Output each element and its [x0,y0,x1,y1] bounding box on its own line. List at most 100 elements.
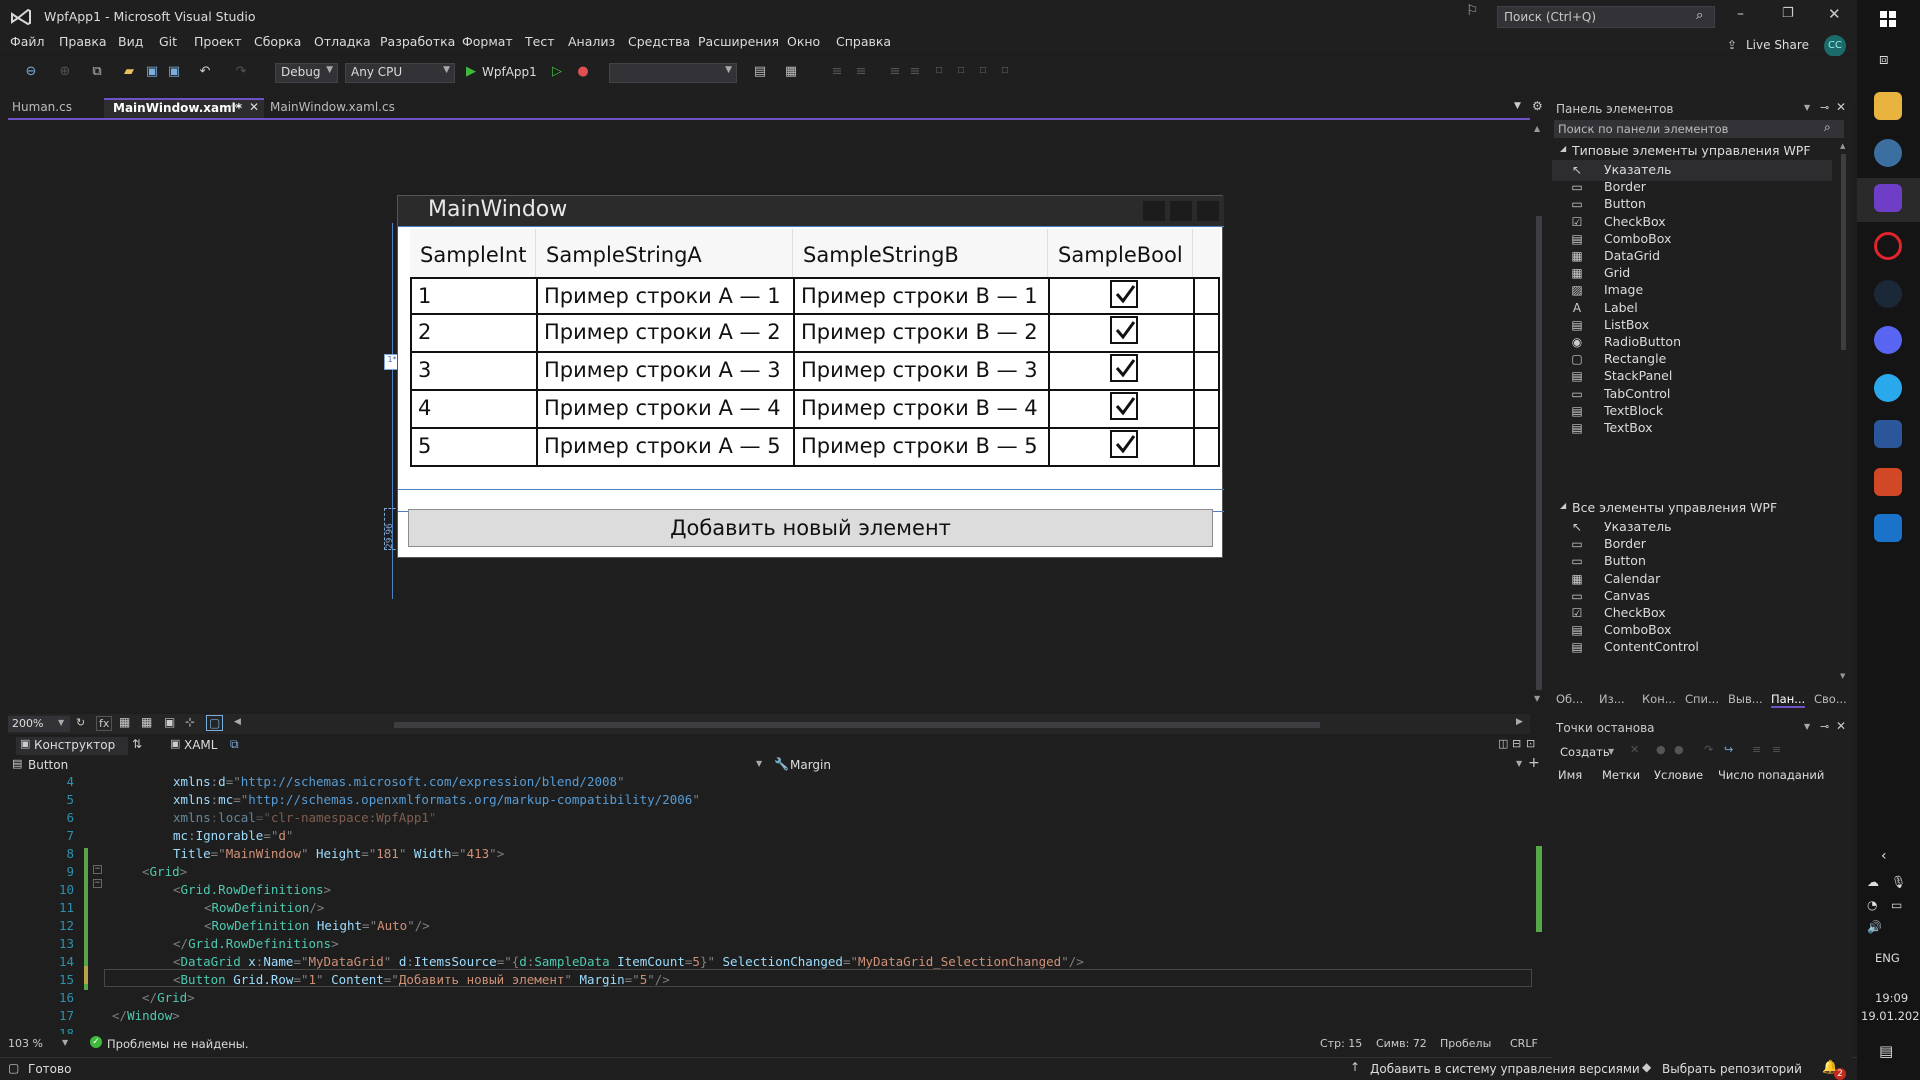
start-without-debug-icon[interactable]: ▷ [548,62,566,80]
close-tab-icon[interactable]: ✕ [249,100,259,114]
snap-grid-icon[interactable]: ▦ [141,715,152,729]
refresh-icon[interactable]: ↻ [76,716,85,729]
column-header-samplestringb[interactable]: SampleStringB [793,229,1048,277]
column-header-samplebool[interactable]: SampleBool [1048,229,1193,277]
collapse-pane-icon[interactable]: ⊡ [1526,737,1535,750]
pin-icon[interactable]: ⊸ [230,101,238,112]
cell-samplestringa[interactable]: Пример строки А — 3 [536,353,795,391]
new-item-icon[interactable]: ⧉ [88,62,106,80]
column-header-samplestringa[interactable]: SampleStringA [536,229,793,277]
snap-lines-icon[interactable]: ⊹ [185,715,195,729]
undo-icon[interactable]: ↶ [196,62,214,80]
close-button[interactable]: ✕ [1828,5,1841,23]
scroll-up-icon[interactable]: ▲ [1840,142,1845,150]
artboard-icon[interactable]: ▣ [164,715,175,729]
restore-button[interactable]: ❐ [1782,6,1794,21]
cell-samplestringa[interactable]: Пример строки А — 4 [536,391,795,429]
steam-icon[interactable] [1874,280,1902,308]
clock-time[interactable]: 19:09 [1875,991,1908,1005]
select-repository[interactable]: Выбрать репозиторий [1662,1062,1802,1076]
browser-icon[interactable]: ▤ [751,62,769,80]
menu-edit[interactable]: Правка [59,34,107,49]
clock-date[interactable]: 19.01.2023 [1861,1009,1920,1023]
wifi-icon[interactable]: ◔ [1867,898,1877,912]
microphone-icon[interactable]: 🎙 [1891,875,1906,889]
eol-indicator[interactable]: CRLF [1510,1037,1538,1050]
swap-panes-icon[interactable]: ⇅ [132,737,142,751]
file-explorer-icon[interactable] [1874,92,1902,120]
scroll-right-icon[interactable]: ▶ [1516,717,1523,727]
steam-launcher-icon[interactable] [1874,139,1902,167]
tab-list-icon[interactable]: ▼ [1514,101,1521,111]
config-dropdown[interactable]: Debug ▼ [275,63,338,83]
xaml-pane-tab[interactable]: XAML [184,738,217,752]
column-header-sampleint[interactable]: SampleInt [410,229,536,277]
split-vertical-icon[interactable]: ◫ [1498,737,1508,750]
cell-sampleint[interactable]: 1 [410,277,538,315]
fx-icon[interactable]: fx [96,716,113,731]
scroll-thumb[interactable] [1841,154,1846,350]
cell-sampleint[interactable]: 4 [410,391,538,429]
cell-samplebool[interactable] [1048,429,1195,467]
back-icon[interactable]: ⊖ [22,62,40,80]
element-dropdown[interactable]: Button [28,758,68,772]
grid-icon[interactable]: ▦ [119,715,130,729]
add-item-button[interactable]: Добавить новый элемент [408,509,1213,547]
popout-icon[interactable]: ⧉ [230,737,239,752]
goto-source-icon[interactable]: ↪ [1724,743,1733,756]
checkbox-checked[interactable] [1110,354,1138,382]
cell-samplestringa[interactable]: Пример строки А — 2 [536,315,795,353]
editor-zoom[interactable]: 103 % [8,1037,43,1050]
start-icon[interactable]: ▶ [462,62,480,80]
cell-samplebool[interactable] [1048,391,1195,429]
column-condition[interactable]: Условие [1654,768,1703,782]
gear-icon[interactable]: ⚙ [1532,99,1543,113]
cell-samplebool[interactable] [1048,353,1195,391]
scroll-down-icon[interactable]: ▼ [1534,694,1540,703]
save-all-icon[interactable]: ▣ [165,62,183,80]
panel-tab[interactable]: Спи... [1685,692,1719,706]
panel-tab[interactable]: Сво... [1814,692,1847,706]
hot-reload-icon[interactable]: ● [574,62,592,80]
menu-help[interactable]: Справка [836,34,891,49]
menu-view[interactable]: Вид [118,34,143,49]
pin-icon[interactable]: ⊸ [1820,720,1829,733]
layout-icon[interactable]: ▦ [782,62,800,80]
search-box[interactable]: Поиск (Ctrl+Q) ⌕ [1497,6,1715,28]
minimize-button[interactable]: – [1737,6,1744,22]
toolbox-item[interactable]: ▤ ContentControl [1552,637,1832,658]
toolbox-group-all[interactable]: ◢ Все элементы управления WPF [1552,498,1832,518]
menu-git[interactable]: Git [159,34,177,49]
designer-pane-tab[interactable]: ▣ Конструктор [16,737,128,755]
cell-samplebool[interactable] [1048,277,1195,315]
chevron-down-icon[interactable]: ▼ [1804,722,1810,731]
redo-icon[interactable]: ↷ [232,62,250,80]
vertical-scrollbar[interactable]: ▲ ▼ [1534,124,1544,704]
app-icon[interactable] [1874,514,1902,542]
scroll-left-icon[interactable]: ◀ [234,717,241,727]
menu-project[interactable]: Проект [194,34,242,49]
tab-mainwindow-xaml-cs[interactable]: MainWindow.xaml.cs [270,100,395,114]
menu-build[interactable]: Сборка [254,34,301,49]
checkbox-checked[interactable] [1110,430,1138,458]
chevron-left-icon[interactable]: ‹ [1881,848,1887,864]
close-icon[interactable]: ✕ [1836,100,1846,114]
cell-samplebool[interactable] [1048,315,1195,353]
checkbox-checked[interactable] [1110,392,1138,420]
cell-samplestringb[interactable]: Пример строки В — 4 [793,391,1050,429]
toolbox-group-common[interactable]: ◢ Типовые элементы управления WPF [1552,141,1832,161]
menu-file[interactable]: Файл [10,34,45,49]
cell-sampleint[interactable]: 2 [410,315,538,353]
menu-debug[interactable]: Отладка [314,34,371,49]
avatar[interactable]: CC [1824,35,1846,57]
language-indicator[interactable]: ENG [1875,951,1900,965]
visual-studio-icon[interactable] [1874,184,1902,212]
tab-mainwindow-xaml[interactable]: MainWindow.xaml* ⊸ ✕ [104,98,264,118]
panel-tab[interactable]: Пан... [1771,692,1806,708]
panel-tab[interactable]: Кон... [1642,692,1676,706]
save-icon[interactable]: ▣ [143,62,161,80]
issues-status[interactable]: Проблемы не найдены. [107,1037,248,1051]
volume-icon[interactable]: 🔊 [1867,920,1882,934]
whitespace-indicator[interactable]: Пробелы [1440,1037,1491,1050]
game-icon[interactable] [1874,468,1902,496]
